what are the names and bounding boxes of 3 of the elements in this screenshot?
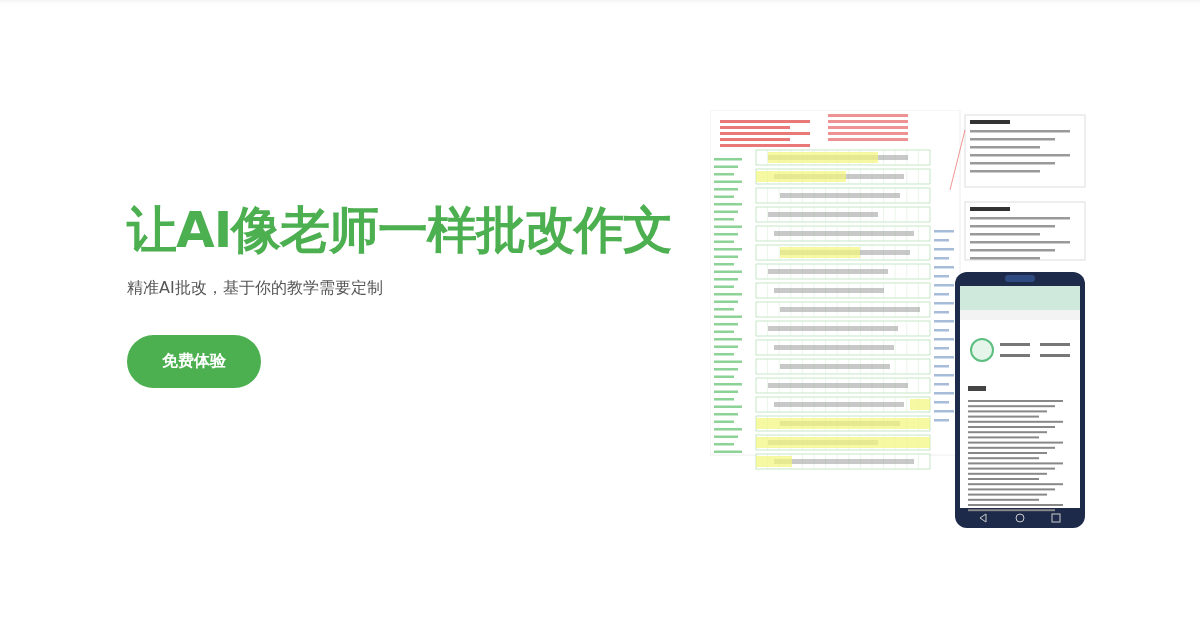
hero-subtitle: 精准AI批改，基于你的教学需要定制 bbox=[127, 278, 384, 299]
free-trial-button[interactable]: 免费体验 bbox=[127, 335, 261, 388]
hero-title: 让AI像老师一样批改作文 bbox=[127, 200, 674, 261]
